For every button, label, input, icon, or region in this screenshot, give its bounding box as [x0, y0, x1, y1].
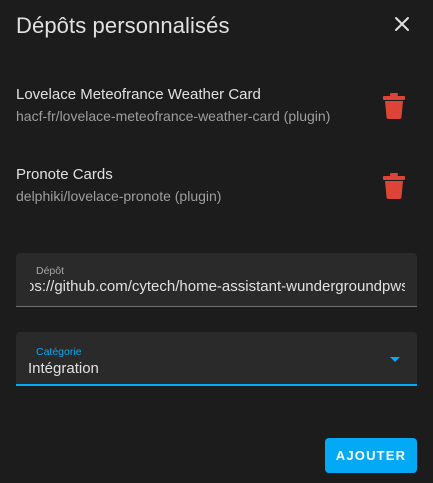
repository-url-field[interactable]: Dépôt os://github.com/cytech/home-assist…	[16, 253, 417, 307]
trash-icon	[383, 173, 405, 199]
custom-repositories-dialog: Dépôts personnalisés Lovelace Meteofranc…	[0, 0, 433, 483]
chevron-down-icon[interactable]	[389, 356, 401, 364]
repository-url-value: os://github.com/cytech/home-assistant-wu…	[30, 278, 405, 295]
delete-repository-button[interactable]	[380, 90, 408, 122]
repository-item: Pronote Cards delphiki/lovelace-pronote …	[16, 166, 416, 216]
repository-path: hacf-fr/lovelace-meteofrance-weather-car…	[16, 108, 331, 124]
trash-icon	[383, 93, 405, 119]
repository-name: Pronote Cards	[16, 166, 113, 183]
close-icon	[395, 17, 409, 31]
repository-url-input[interactable]: os://github.com/cytech/home-assistant-wu…	[30, 278, 405, 295]
repository-item: Lovelace Meteofrance Weather Card hacf-f…	[16, 86, 416, 136]
category-selected-value: Intégration	[28, 360, 99, 377]
repository-path: delphiki/lovelace-pronote (plugin)	[16, 188, 222, 204]
repository-name: Lovelace Meteofrance Weather Card	[16, 86, 261, 103]
close-button[interactable]	[388, 10, 416, 38]
category-field-label: Catégorie	[36, 346, 82, 358]
dialog-title: Dépôts personnalisés	[16, 13, 230, 38]
add-button[interactable]: AJOUTER	[325, 438, 417, 473]
delete-repository-button[interactable]	[380, 170, 408, 202]
repository-field-label: Dépôt	[36, 265, 65, 277]
category-select[interactable]: Catégorie Intégration	[16, 332, 417, 386]
